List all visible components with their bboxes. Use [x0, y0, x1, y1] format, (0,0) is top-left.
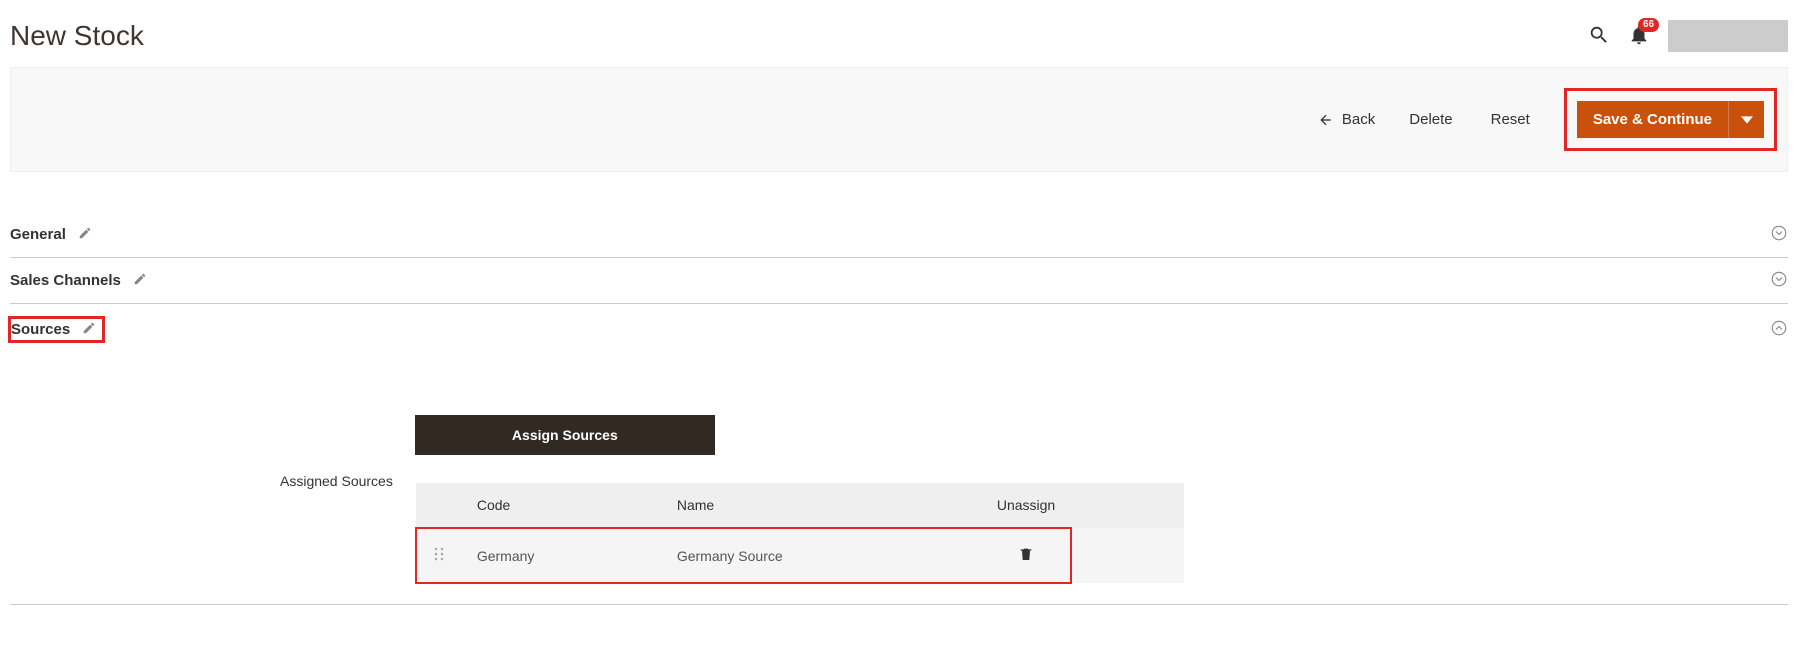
section-general-header[interactable]: General [10, 212, 1788, 258]
search-icon[interactable] [1588, 24, 1610, 49]
chevron-down-icon [1770, 270, 1788, 291]
section-sales-channels-header[interactable]: Sales Channels [10, 258, 1788, 304]
action-toolbar: Back Delete Reset Save & Continue [10, 67, 1788, 172]
assigned-sources-label: Assigned Sources [280, 415, 393, 489]
assign-sources-button[interactable]: Assign Sources [415, 415, 715, 455]
pencil-icon [133, 272, 147, 289]
section-sources-header[interactable]: Sources [10, 304, 1788, 355]
section-general-title: General [10, 226, 66, 243]
save-button-group-highlight: Save & Continue [1564, 88, 1777, 151]
column-header-unassign: Unassign [981, 483, 1071, 528]
unassign-trash-icon[interactable] [1018, 550, 1034, 566]
section-sales-channels-title: Sales Channels [10, 272, 121, 289]
delete-button[interactable]: Delete [1405, 105, 1456, 134]
row-code-cell: Germany [461, 528, 661, 583]
section-sources-content: Assigned Sources Assign Sources Code Nam… [10, 355, 1788, 605]
reset-button[interactable]: Reset [1487, 105, 1534, 134]
chevron-down-icon [1770, 224, 1788, 245]
back-button[interactable]: Back [1318, 111, 1375, 128]
column-header-name: Name [661, 483, 981, 528]
page-title: New Stock [10, 20, 144, 52]
back-button-label: Back [1342, 111, 1375, 128]
drag-handle-icon[interactable] [433, 548, 445, 564]
pencil-icon [78, 226, 92, 243]
pencil-icon [82, 321, 96, 338]
assigned-sources-table: Code Name Unassign [415, 483, 1185, 584]
save-and-continue-button[interactable]: Save & Continue [1577, 101, 1728, 138]
section-sources-title: Sources [11, 321, 70, 338]
column-header-code: Code [461, 483, 661, 528]
section-sources-highlight: Sources [8, 316, 105, 343]
notifications-count-badge: 66 [1638, 18, 1659, 32]
user-menu-placeholder[interactable] [1668, 20, 1788, 52]
table-row: Germany Germany Source [416, 528, 1184, 583]
chevron-up-icon [1770, 319, 1788, 340]
save-dropdown-toggle[interactable] [1728, 101, 1764, 138]
row-name-cell: Germany Source [661, 528, 981, 583]
